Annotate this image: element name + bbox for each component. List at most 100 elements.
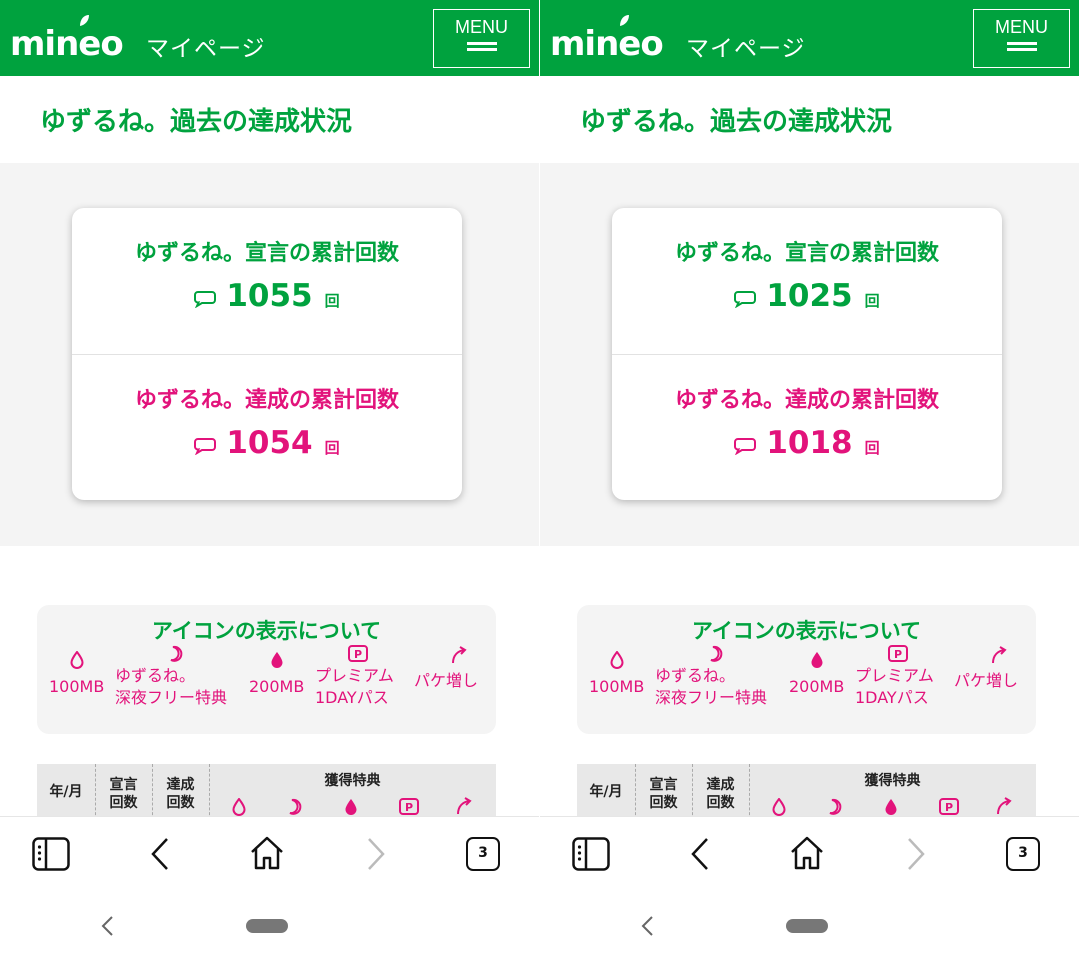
declared-count: 1055: [226, 278, 313, 314]
phone-screen: mineo マイページ MENU ゆずるね。過去の達成状況 ゆずるね。宣言の累計…: [539, 0, 1079, 961]
col-declared: 宣言 回数: [649, 777, 678, 811]
page-title: ゆずるね。過去の達成状況: [580, 107, 893, 137]
screens: mineo マイページ MENU ゆずるね。過去の達成状況 ゆずるね。宣言の累計…: [0, 0, 1079, 961]
declared-summary: ゆずるね。宣言の累計回数 1025 回: [612, 208, 1002, 354]
achieved-summary: ゆずるね。達成の累計回数 1018 回: [612, 354, 1002, 500]
col-achieved: 達成 回数: [706, 777, 735, 811]
arrow-up-icon: [452, 646, 467, 664]
svg-text:P: P: [945, 801, 953, 814]
sidebar-panel-icon[interactable]: [572, 837, 610, 871]
col-achieved: 達成 回数: [166, 777, 195, 811]
forward-icon: [908, 838, 925, 870]
mypage-label: マイページ: [686, 36, 806, 62]
legend-title: アイコンの表示について: [151, 619, 382, 643]
drop-outline-icon: [772, 798, 786, 816]
achieved-unit: 回: [324, 439, 340, 457]
legend-200mb-text: 200MB: [789, 677, 845, 696]
menu-button[interactable]: MENU: [433, 9, 530, 68]
achieved-count: 1018: [766, 425, 853, 461]
menu-label: MENU: [995, 17, 1048, 37]
svg-text:P: P: [894, 648, 902, 661]
forward-icon: [368, 838, 385, 870]
browser-bottom-bar: 3: [540, 816, 1079, 961]
hamburger-icon: [1006, 42, 1037, 51]
legend-100mb-text: 100MB: [589, 677, 645, 696]
mypage-label: マイページ: [146, 36, 266, 62]
svg-text:P: P: [354, 648, 362, 661]
drop-outline-icon: [70, 651, 84, 669]
legend-night-line1: ゆずるね。: [655, 666, 736, 685]
icon-legend: アイコンの表示について 100MB ゆずるね。 深夜フリー特典 200MB P …: [577, 605, 1036, 734]
arrow-up-icon: [457, 797, 472, 815]
site-header: mineo マイページ MENU: [540, 0, 1079, 76]
browser-bottom-bar: 3: [0, 816, 539, 961]
drop-filled-icon: [271, 652, 283, 668]
drop-filled-icon: [811, 652, 823, 668]
premium-p-icon: P: [939, 798, 959, 815]
drop-outline-icon: [232, 798, 246, 816]
logo-leaf-icon: [620, 15, 629, 26]
declared-unit: 回: [864, 292, 880, 310]
col-declared: 宣言 回数: [109, 777, 138, 811]
hamburger-icon: [466, 42, 497, 51]
declared-summary: ゆずるね。宣言の累計回数 1055 回: [72, 208, 462, 354]
speech-bubble-icon: [194, 438, 217, 455]
col-month: 年/月: [589, 784, 623, 800]
speech-bubble-icon: [194, 291, 217, 308]
moon-icon: [289, 798, 302, 815]
home-icon[interactable]: [789, 835, 825, 871]
achieved-unit: 回: [864, 439, 880, 457]
phone-screen: mineo マイページ MENU ゆずるね。過去の達成状況 ゆずるね。宣言の累計…: [0, 0, 539, 961]
achieved-label: ゆずるね。達成の累計回数: [134, 388, 399, 413]
system-home-pill[interactable]: [246, 919, 288, 933]
legend-premium-line2: 1DAYパス: [315, 688, 389, 707]
legend-night-line1: ゆずるね。: [115, 666, 196, 685]
legend-premium-line2: 1DAYパス: [855, 688, 929, 707]
mineo-logo[interactable]: mineo: [550, 24, 664, 64]
drop-filled-icon: [345, 799, 357, 815]
legend-premium-line1: プレミアム: [315, 666, 394, 685]
system-home-pill[interactable]: [786, 919, 828, 933]
achieved-count: 1054: [226, 425, 313, 461]
mineo-logo[interactable]: mineo: [10, 24, 124, 64]
achieved-summary: ゆずるね。達成の累計回数 1054 回: [72, 354, 462, 500]
legend-premium-line1: プレミアム: [855, 666, 934, 685]
summary-card: ゆずるね。宣言の累計回数 1055 回 ゆずるね。達成の累計回数 1054 回: [72, 208, 462, 500]
speech-bubble-icon: [734, 438, 757, 455]
system-back-icon[interactable]: [100, 915, 114, 937]
summary-card: ゆずるね。宣言の累計回数 1025 回 ゆずるね。達成の累計回数 1018 回: [612, 208, 1002, 500]
page-title: ゆずるね。過去の達成状況: [40, 107, 353, 137]
sidebar-panel-icon[interactable]: [32, 837, 70, 871]
declared-count: 1025: [766, 278, 853, 314]
moon-icon: [170, 645, 183, 662]
arrow-up-icon: [992, 646, 1007, 664]
back-icon[interactable]: [690, 837, 710, 871]
legend-night-line2: 深夜フリー特典: [115, 688, 228, 707]
moon-icon: [829, 798, 842, 815]
menu-button[interactable]: MENU: [973, 9, 1070, 68]
legend-100mb-text: 100MB: [49, 677, 105, 696]
system-back-icon[interactable]: [640, 915, 654, 937]
menu-label: MENU: [455, 17, 508, 37]
declared-unit: 回: [324, 292, 340, 310]
tab-count-button[interactable]: 3: [1006, 837, 1040, 871]
back-icon[interactable]: [150, 837, 170, 871]
logo-leaf-icon: [80, 15, 89, 26]
icon-legend: アイコンの表示について 100MB ゆずるね。 深夜フリー特典 200MB P …: [37, 605, 496, 734]
speech-bubble-icon: [734, 291, 757, 308]
tab-count-button[interactable]: 3: [466, 837, 500, 871]
drop-outline-icon: [610, 651, 624, 669]
history-table-header: 年/月 宣言 回数 達成 回数 獲得特典 P: [577, 764, 1036, 820]
home-icon[interactable]: [249, 835, 285, 871]
svg-text:P: P: [405, 801, 413, 814]
premium-p-icon: P: [399, 798, 419, 815]
legend-night-line2: 深夜フリー特典: [655, 688, 768, 707]
achieved-label: ゆずるね。達成の累計回数: [674, 388, 939, 413]
legend-200mb-text: 200MB: [249, 677, 305, 696]
declared-label: ゆずるね。宣言の累計回数: [134, 241, 399, 266]
legend-packet-text: パケ増し: [414, 671, 479, 690]
premium-p-icon: P: [348, 645, 368, 662]
col-month: 年/月: [49, 784, 83, 800]
moon-icon: [710, 645, 723, 662]
legend-packet-text: パケ増し: [954, 671, 1019, 690]
